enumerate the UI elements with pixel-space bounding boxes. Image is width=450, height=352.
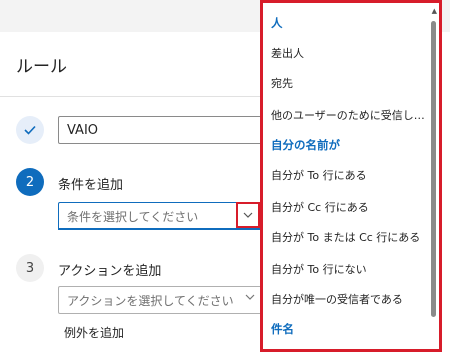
- dropdown-option[interactable]: 自分が To または Cc 行にある: [271, 229, 431, 245]
- action-select[interactable]: アクションを選択してください: [58, 286, 264, 314]
- action-select-placeholder: アクションを選択してください: [67, 293, 234, 308]
- dropdown-option[interactable]: 自分が Cc 行にある: [271, 199, 431, 215]
- chevron-down-icon: [245, 294, 255, 300]
- dropdown-option[interactable]: 自分が唯一の受信者である: [271, 291, 431, 307]
- dropdown-group-header: 人: [271, 16, 283, 30]
- condition-dropdown-button[interactable]: [236, 202, 260, 228]
- rule-name-field[interactable]: VAIO: [58, 116, 268, 144]
- step-2-marker: 2: [16, 168, 44, 196]
- step-1-complete-icon: [16, 116, 44, 144]
- dropdown-option[interactable]: 自分が To 行にない: [271, 261, 431, 277]
- scrollbar[interactable]: [431, 21, 436, 317]
- dropdown-option[interactable]: 他のユーザーのために受信した...: [271, 107, 431, 123]
- divider: [0, 96, 260, 97]
- dropdown-option[interactable]: 自分が To 行にある: [271, 167, 431, 183]
- page-title: ルール: [16, 57, 67, 77]
- dropdown-option[interactable]: 差出人: [271, 45, 431, 61]
- step-3-marker: 3: [16, 254, 44, 282]
- chevron-down-icon: [243, 212, 253, 218]
- checkmark-icon: [24, 125, 36, 135]
- dropdown-option[interactable]: 宛先: [271, 75, 431, 91]
- scroll-up-icon[interactable]: ▲: [432, 7, 437, 15]
- add-condition-label: 条件を追加: [58, 178, 124, 193]
- dropdown-group-header: 自分の名前が: [271, 138, 340, 152]
- add-action-label: アクションを追加: [58, 264, 162, 279]
- dropdown-group-header: 件名: [271, 322, 294, 336]
- add-exception-link[interactable]: 例外を追加: [64, 324, 124, 341]
- condition-dropdown-list[interactable]: 人差出人宛先他のユーザーのために受信した... 自分の名前が自分が To 行にある…: [260, 0, 442, 352]
